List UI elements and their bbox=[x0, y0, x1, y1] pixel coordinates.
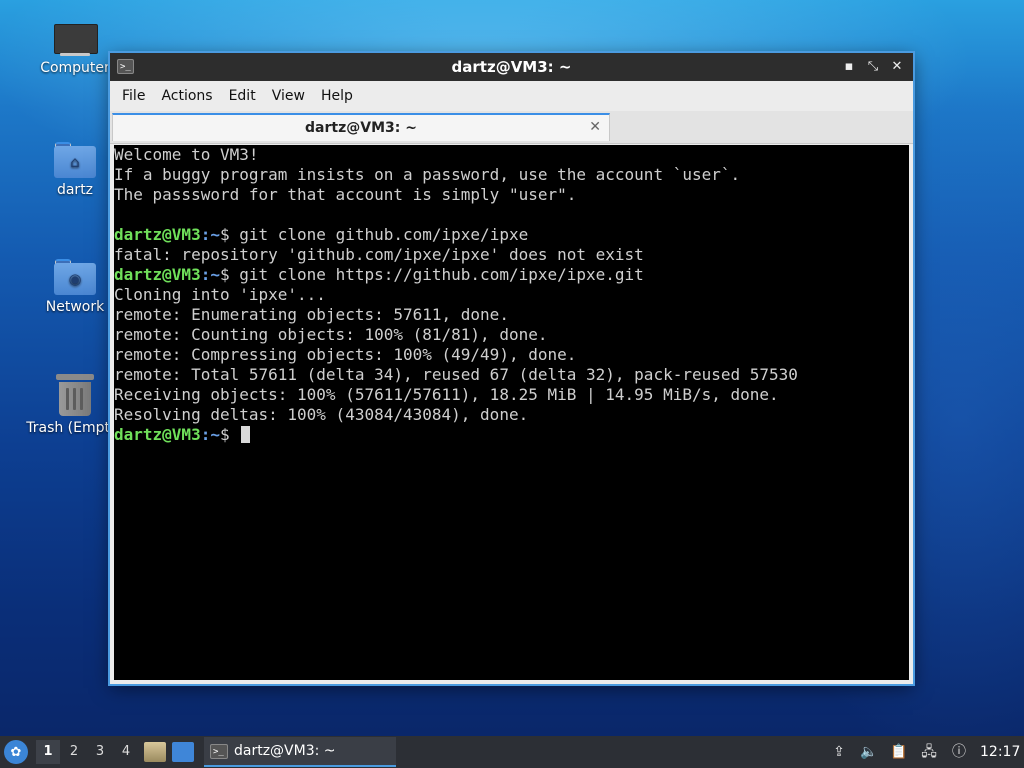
clipboard-icon[interactable]: 📋 bbox=[890, 743, 908, 761]
show-desktop-icon[interactable] bbox=[172, 742, 194, 762]
window-titlebar[interactable]: >_ dartz@VM3: ~ ▪ ⤡ ✕ bbox=[110, 53, 913, 81]
trash-icon bbox=[56, 374, 94, 416]
terminal-line: remote: Compressing objects: 100% (49/49… bbox=[114, 345, 577, 364]
system-tray: ⇪ 🔈 📋 🖧 ⓘ 12:17 bbox=[830, 743, 1024, 761]
workspace-2[interactable]: 2 bbox=[62, 740, 86, 764]
network-folder-icon: ◉ bbox=[54, 259, 96, 295]
menu-help[interactable]: Help bbox=[313, 88, 361, 104]
minimize-button[interactable]: ▪ bbox=[839, 57, 859, 77]
workspace-1[interactable]: 1 bbox=[36, 740, 60, 764]
clock[interactable]: 12:17 bbox=[980, 744, 1020, 760]
terminal-prompt-line: dartz@VM3:~$ bbox=[114, 425, 909, 445]
update-notifier-icon[interactable]: ⓘ bbox=[950, 743, 968, 761]
tab-bar: dartz@VM3: ~ ✕ bbox=[110, 111, 913, 144]
tab-label: dartz@VM3: ~ bbox=[305, 120, 417, 136]
network-icon[interactable]: 🖧 bbox=[920, 743, 938, 761]
home-folder-icon: ⌂ bbox=[54, 142, 96, 178]
prompt-symbol: $ bbox=[219, 225, 240, 244]
terminal-line: remote: Enumerating objects: 57611, done… bbox=[114, 305, 509, 324]
terminal-line: Cloning into 'ipxe'... bbox=[114, 285, 326, 304]
menu-file[interactable]: File bbox=[114, 88, 153, 104]
menu-bar: File Actions Edit View Help bbox=[110, 81, 913, 111]
workspace-4[interactable]: 4 bbox=[114, 740, 138, 764]
file-manager-launcher-icon[interactable] bbox=[144, 742, 166, 762]
terminal-line: If a buggy program insists on a password… bbox=[114, 165, 741, 184]
close-button[interactable]: ✕ bbox=[887, 57, 907, 77]
terminal-prompt-line: dartz@VM3:~$ git clone github.com/ipxe/i… bbox=[114, 225, 909, 245]
maximize-button[interactable]: ⤡ bbox=[863, 57, 883, 77]
menu-view[interactable]: View bbox=[264, 88, 313, 104]
menu-edit[interactable]: Edit bbox=[221, 88, 264, 104]
window-title: dartz@VM3: ~ bbox=[451, 58, 572, 76]
terminal-cursor bbox=[241, 426, 251, 443]
taskbar-task-terminal[interactable]: >_ dartz@VM3: ~ bbox=[204, 737, 396, 767]
start-menu-icon[interactable]: ✿ bbox=[4, 740, 28, 764]
terminal-line: remote: Counting objects: 100% (81/81), … bbox=[114, 325, 548, 344]
terminal-line: The passsword for that account is simply… bbox=[114, 185, 577, 204]
terminal-tab[interactable]: dartz@VM3: ~ ✕ bbox=[112, 113, 610, 141]
terminal-prompt-line: dartz@VM3:~$ git clone https://github.co… bbox=[114, 265, 909, 285]
prompt-symbol: $ bbox=[219, 265, 240, 284]
terminal-window: >_ dartz@VM3: ~ ▪ ⤡ ✕ File Actions Edit … bbox=[110, 53, 913, 684]
workspace-3[interactable]: 3 bbox=[88, 740, 112, 764]
terminal-line: fatal: repository 'github.com/ipxe/ipxe'… bbox=[114, 245, 644, 264]
prompt-path: :~ bbox=[200, 225, 220, 244]
command-text: git clone github.com/ipxe/ipxe bbox=[239, 225, 529, 244]
computer-icon bbox=[54, 24, 98, 56]
terminal-line: Receiving objects: 100% (57611/57611), 1… bbox=[114, 385, 779, 404]
prompt-user: dartz@VM3 bbox=[114, 425, 201, 444]
terminal-line: Resolving deltas: 100% (43084/43084), do… bbox=[114, 405, 529, 424]
tab-close-icon[interactable]: ✕ bbox=[589, 119, 601, 135]
prompt-symbol: $ bbox=[219, 425, 240, 444]
terminal-line: Welcome to VM3! bbox=[114, 145, 259, 164]
menu-actions[interactable]: Actions bbox=[153, 88, 220, 104]
prompt-user: dartz@VM3 bbox=[114, 225, 201, 244]
command-text: git clone https://github.com/ipxe/ipxe.g… bbox=[239, 265, 644, 284]
terminal-output[interactable]: Welcome to VM3! If a buggy program insis… bbox=[114, 145, 909, 680]
terminal-task-icon: >_ bbox=[210, 743, 228, 759]
prompt-path: :~ bbox=[200, 425, 220, 444]
upload-icon[interactable]: ⇪ bbox=[830, 743, 848, 761]
terminal-line: remote: Total 57611 (delta 34), reused 6… bbox=[114, 365, 798, 384]
taskbar: ✿ 1 2 3 4 >_ dartz@VM3: ~ ⇪ 🔈 📋 🖧 ⓘ 12:1… bbox=[0, 736, 1024, 768]
prompt-user: dartz@VM3 bbox=[114, 265, 201, 284]
prompt-path: :~ bbox=[200, 265, 220, 284]
task-label: dartz@VM3: ~ bbox=[234, 743, 336, 759]
volume-icon[interactable]: 🔈 bbox=[860, 743, 878, 761]
terminal-app-icon[interactable]: >_ bbox=[117, 59, 134, 74]
